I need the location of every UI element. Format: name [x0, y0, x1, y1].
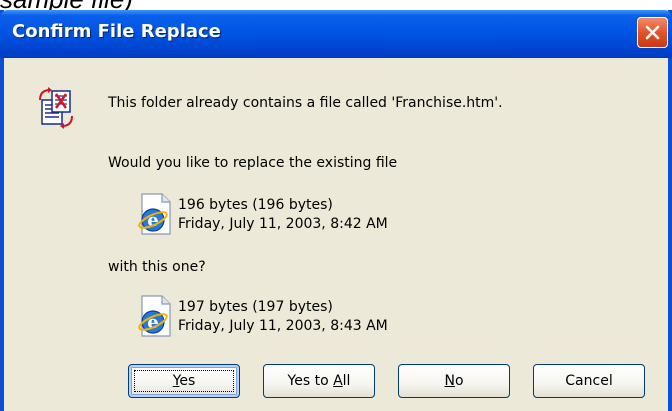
existing-file-date: Friday, July 11, 2003, 8:42 AM — [178, 216, 388, 232]
existing-file-ie-document-icon: e — [134, 192, 174, 240]
yes-to-all-button[interactable]: Yes to All — [263, 364, 375, 398]
confirm-file-replace-dialog: Confirm File Replace This folder already… — [0, 10, 672, 411]
no-button-label: No — [444, 373, 464, 389]
yes-to-all-button-label: Yes to All — [287, 373, 351, 389]
replace-question-text: Would you like to replace the existing f… — [108, 155, 398, 171]
new-file-size: 197 bytes (197 bytes) — [178, 299, 333, 315]
new-file-date: Friday, July 11, 2003, 8:43 AM — [178, 318, 388, 334]
title-bar[interactable]: Confirm File Replace — [0, 10, 672, 58]
yes-button-label: Yes — [172, 373, 196, 389]
close-icon — [645, 25, 660, 40]
no-button[interactable]: No — [398, 364, 510, 398]
with-this-one-text: with this one? — [108, 259, 206, 275]
cancel-button[interactable]: Cancel — [533, 364, 645, 398]
yes-button[interactable]: Yes — [128, 364, 240, 398]
cancel-button-label: Cancel — [565, 373, 613, 389]
close-button[interactable] — [637, 17, 668, 48]
existing-file-size: 196 bytes (196 bytes) — [178, 197, 333, 213]
dialog-content: This folder already contains a file call… — [4, 58, 668, 411]
screenshot-page: sample file) Confirm File Replace — [0, 0, 672, 411]
window-title: Confirm File Replace — [12, 21, 221, 42]
new-file-ie-document-icon: e — [134, 294, 174, 342]
replace-file-icon — [36, 86, 78, 134]
folder-contains-text: This folder already contains a file call… — [108, 95, 503, 111]
